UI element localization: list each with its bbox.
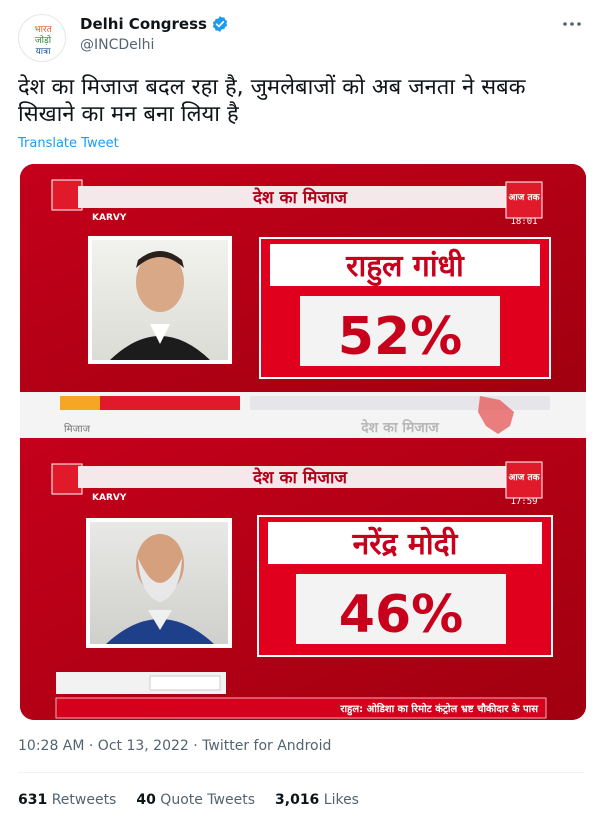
logo-word-1: भारत xyxy=(34,25,52,35)
top-time: 18:01 xyxy=(510,217,537,227)
tweet-meta[interactable]: 10:28 AM · Oct 13, 2022 · Twitter for An… xyxy=(18,738,331,754)
bottom-name: नरेंद्र मोदी xyxy=(352,526,459,562)
account-handle[interactable]: @INCDelhi xyxy=(80,37,154,53)
top-sponsor: KARVY xyxy=(92,213,127,223)
bottom-percent: 46% xyxy=(339,585,463,645)
top-channel-logo-left xyxy=(51,179,83,211)
quotes-label: Quote Tweets xyxy=(160,792,256,808)
likes-label: Likes xyxy=(323,792,359,808)
retweets-label: Retweets xyxy=(51,792,117,808)
name-row: Delhi Congress xyxy=(80,15,229,33)
mid-orange-bar xyxy=(60,396,100,410)
top-percent: 52% xyxy=(338,307,462,367)
news-screenshot: देश का मिजाज KARVY आज तक 18:01 राहुल गां… xyxy=(20,164,586,720)
tweet-header: भारत जोड़ो यात्रा Delhi Congress @INCDel… xyxy=(18,12,585,62)
logo-word-2: जोड़ो xyxy=(35,34,52,46)
bottom-sponsor: KARVY xyxy=(92,493,127,503)
retweets-count: 631 xyxy=(18,792,48,808)
bottom-time: 17:59 xyxy=(510,497,537,507)
more-icon[interactable] xyxy=(561,16,583,32)
account-name[interactable]: Delhi Congress xyxy=(80,15,207,33)
tweet-stats: 631 Retweets 40 Quote Tweets 3,016 Likes xyxy=(18,792,359,808)
mid-right-text: देश का मिजाज xyxy=(360,419,439,436)
retweets-stat[interactable]: 631 Retweets xyxy=(18,792,116,808)
mid-left-text: मिजाज xyxy=(64,423,91,435)
logo-word-3: यात्रा xyxy=(36,47,52,57)
avatar[interactable]: भारत जोड़ो यात्रा xyxy=(18,14,66,62)
tweet-media-image[interactable]: देश का मिजाज KARVY आज तक 18:01 राहुल गां… xyxy=(20,164,586,720)
translate-tweet-link[interactable]: Translate Tweet xyxy=(18,136,119,151)
top-channel-name: आज तक xyxy=(508,193,540,203)
quotes-count: 40 xyxy=(136,792,156,808)
verified-badge-icon xyxy=(212,16,228,32)
quotes-stat[interactable]: 40 Quote Tweets xyxy=(136,792,255,808)
divider xyxy=(18,772,584,773)
bottom-banner-text: देश का मिजाज xyxy=(252,467,348,488)
bottom-channel-name: आज तक xyxy=(508,473,540,483)
bottom-channel-logo-left xyxy=(51,463,83,495)
top-name: राहुल गांधी xyxy=(345,248,465,287)
top-banner-text: देश का मिजाज xyxy=(252,187,348,208)
ticker-left-logo xyxy=(149,675,221,691)
ticker-text: राहुल: ओडिशा का रिमोट कंट्रोल भ्रष्ट चौक… xyxy=(339,702,539,716)
likes-count: 3,016 xyxy=(275,792,320,808)
bharat-jodo-logo: भारत जोड़ो यात्रा xyxy=(34,25,52,57)
likes-stat[interactable]: 3,016 Likes xyxy=(275,792,359,808)
tweet-text: देश का मिजाज बदल रहा है, जुमलेबाजों को अ… xyxy=(18,75,526,127)
